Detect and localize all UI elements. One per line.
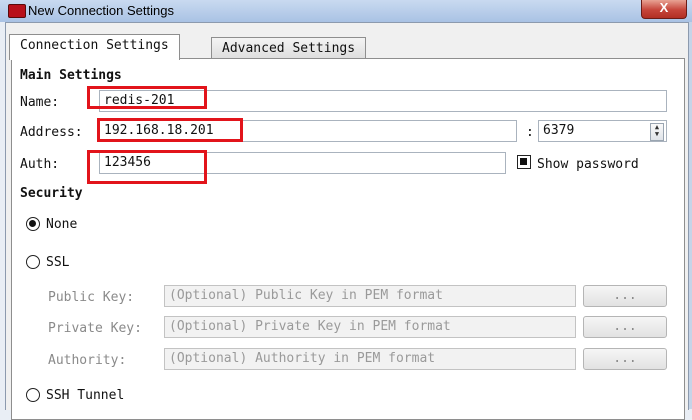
public-key-browse-button[interactable]: ...: [583, 285, 667, 307]
address-label: Address:: [20, 125, 83, 140]
public-key-input[interactable]: (Optional) Public Key in PEM format: [164, 285, 576, 307]
auth-label: Auth:: [20, 157, 60, 172]
title-bar: New Connection Settings X: [0, 0, 692, 22]
close-button[interactable]: X: [641, 0, 687, 19]
security-none-label: None: [46, 217, 78, 232]
authority-browse-button[interactable]: ...: [583, 348, 667, 370]
public-key-label: Public Key:: [48, 290, 135, 305]
security-none-radio[interactable]: [26, 217, 40, 231]
highlight-auth: [87, 150, 207, 184]
connection-settings-page: Main Settings Name: redis-201 Address: 1…: [11, 58, 685, 420]
security-ssl-label: SSL: [46, 255, 70, 270]
main-settings-heading: Main Settings: [20, 68, 122, 83]
security-heading: Security: [20, 186, 83, 201]
private-key-input[interactable]: (Optional) Private Key in PEM format: [164, 316, 576, 338]
private-key-label: Private Key:: [48, 321, 142, 336]
private-key-browse-button[interactable]: ...: [583, 316, 667, 338]
window-title: New Connection Settings: [28, 3, 174, 18]
highlight-address: [97, 118, 243, 142]
port-spinner[interactable]: ▲ ▼: [650, 123, 664, 141]
app-icon: [8, 4, 26, 18]
show-password-label: Show password: [537, 157, 639, 172]
name-label: Name:: [20, 95, 60, 110]
highlight-name: [87, 86, 207, 109]
dialog-panel: Connection Settings Advanced Settings Ma…: [5, 22, 689, 420]
authority-input[interactable]: (Optional) Authority in PEM format: [164, 348, 576, 370]
security-ssh-tunnel-radio[interactable]: [26, 388, 40, 402]
tab-advanced-settings[interactable]: Advanced Settings: [211, 37, 367, 60]
port-separator: :: [526, 125, 534, 140]
port-input[interactable]: 6379 ▲ ▼: [538, 120, 667, 142]
port-value: 6379: [543, 123, 575, 138]
tab-connection-settings[interactable]: Connection Settings: [9, 34, 180, 60]
security-ssh-tunnel-label: SSH Tunnel: [46, 388, 125, 403]
show-password-checkbox[interactable]: [517, 155, 531, 169]
authority-label: Authority:: [48, 353, 127, 368]
security-ssl-radio[interactable]: [26, 255, 40, 269]
